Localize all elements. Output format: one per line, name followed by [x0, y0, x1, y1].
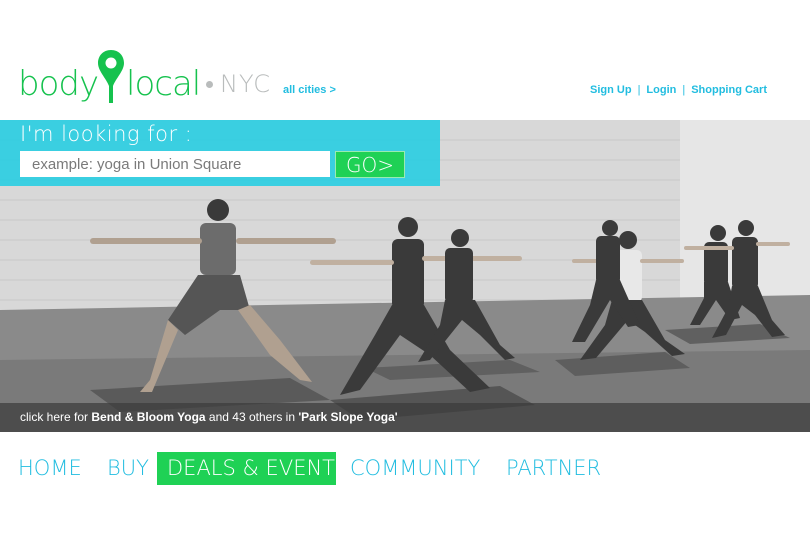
- logo-city: NYC: [220, 70, 272, 98]
- account-links: Sign Up | Login | Shopping Cart: [590, 84, 767, 96]
- nav-partner[interactable]: PARTNER: [506, 452, 601, 485]
- nav-community[interactable]: COMMUNITY: [350, 452, 480, 485]
- nav-buy[interactable]: BUY: [107, 452, 149, 485]
- search-heading: I'm looking for :: [20, 122, 193, 146]
- map-pin-icon: [98, 50, 124, 103]
- login-link[interactable]: Login: [646, 84, 676, 96]
- logo-text-body: body: [18, 64, 99, 104]
- shopping-cart-link[interactable]: Shopping Cart: [691, 84, 767, 96]
- nav-home[interactable]: HOME: [18, 452, 82, 485]
- search-panel: I'm looking for : GO>: [0, 120, 440, 186]
- hero-caption-link[interactable]: click here for Bend & Bloom Yoga and 43 …: [0, 403, 810, 432]
- link-divider: |: [682, 84, 686, 96]
- main-navigation: HOME BUY DEALS & EVENTS COMMUNITY PARTNE…: [0, 448, 810, 488]
- link-divider: |: [637, 84, 641, 96]
- caption-studio-name: Bend & Bloom Yoga: [91, 410, 206, 424]
- caption-prefix: click here for: [20, 410, 92, 424]
- all-cities-link[interactable]: all cities >: [283, 84, 336, 96]
- sign-up-link[interactable]: Sign Up: [590, 84, 632, 96]
- go-button[interactable]: GO>: [335, 151, 405, 178]
- hero-banner[interactable]: I'm looking for : GO> click here for Ben…: [0, 120, 810, 432]
- caption-middle: and 43 others in: [205, 410, 299, 424]
- search-input[interactable]: [20, 151, 330, 177]
- logo-separator-dot: [206, 81, 213, 88]
- caption-category: 'Park Slope Yoga': [298, 410, 398, 424]
- logo-text-local: local: [126, 64, 201, 104]
- nav-deals-events[interactable]: DEALS & EVENTS: [157, 452, 348, 485]
